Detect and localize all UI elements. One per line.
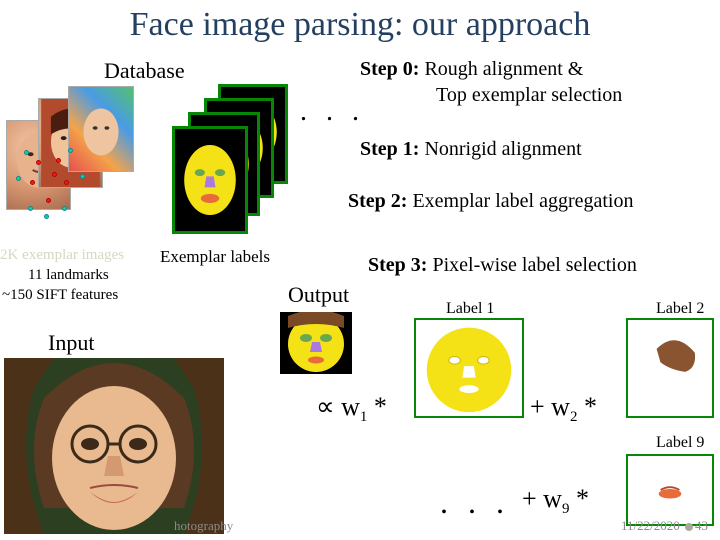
star-2: *: [577, 392, 597, 421]
step-1: Step 1: Nonrigid alignment: [360, 138, 582, 161]
footer-right: 11/22/2020 43: [621, 518, 708, 534]
footer-bullet-icon: [685, 523, 693, 531]
step-2-bold: Step 2:: [348, 190, 407, 212]
step-3-text: Pixel-wise label selection: [427, 254, 636, 276]
label-1-box: [414, 318, 524, 418]
propto-text: ∝ w: [316, 392, 360, 421]
ellipsis-icon: . . .: [300, 96, 365, 128]
step-1-text: Nonrigid alignment: [419, 138, 581, 160]
step-0-line2: Top exemplar selection: [436, 84, 622, 107]
label-2-title: Label 2: [656, 300, 704, 318]
formula-plus-w9: + w9 *: [522, 484, 589, 518]
star-9: *: [569, 484, 589, 513]
output-thumbnail: [280, 312, 352, 374]
exemplar-labels-caption: Exemplar labels: [160, 246, 270, 267]
step-0-text1: Rough alignment &: [419, 58, 583, 80]
info-line-3: ~150 SIFT features: [2, 286, 118, 305]
formula-propto-w1: ∝ w1 *: [316, 392, 387, 426]
output-heading: Output: [288, 282, 349, 308]
step-2: Step 2: Exemplar label aggregation: [348, 190, 633, 213]
exemplar-label-image: [172, 126, 248, 234]
plus-w9-text: + w: [522, 484, 562, 513]
info-line-2: 11 landmarks: [28, 266, 109, 285]
footer-left: hotography: [174, 518, 233, 534]
info-line-1: 2K exemplar images: [0, 246, 124, 265]
star-1: *: [367, 392, 387, 421]
step-2-text: Exemplar label aggregation: [407, 190, 633, 212]
label-2-box: [626, 318, 714, 418]
label-1-title: Label 1: [446, 300, 494, 318]
label-9-title: Label 9: [656, 434, 704, 452]
database-heading: Database: [104, 58, 185, 84]
plus-w2-text: + w: [530, 392, 570, 421]
footer-page: 43: [695, 518, 708, 533]
label-9-box: [626, 454, 714, 526]
step-0: Step 0: Rough alignment &: [360, 58, 583, 81]
input-photo: [4, 358, 224, 534]
step-0-bold: Step 0:: [360, 58, 419, 80]
step-3-bold: Step 3:: [368, 254, 427, 276]
input-heading: Input: [48, 330, 94, 356]
ellipsis-icon-2: . . .: [440, 484, 510, 521]
slide-title: Face image parsing: our approach: [0, 0, 720, 44]
formula-plus-w2: + w2 *: [530, 392, 597, 426]
step-1-bold: Step 1:: [360, 138, 419, 160]
footer-date: 11/22/2020: [621, 518, 680, 533]
step-3: Step 3: Pixel-wise label selection: [368, 254, 637, 277]
exemplar-photo: [68, 86, 134, 172]
